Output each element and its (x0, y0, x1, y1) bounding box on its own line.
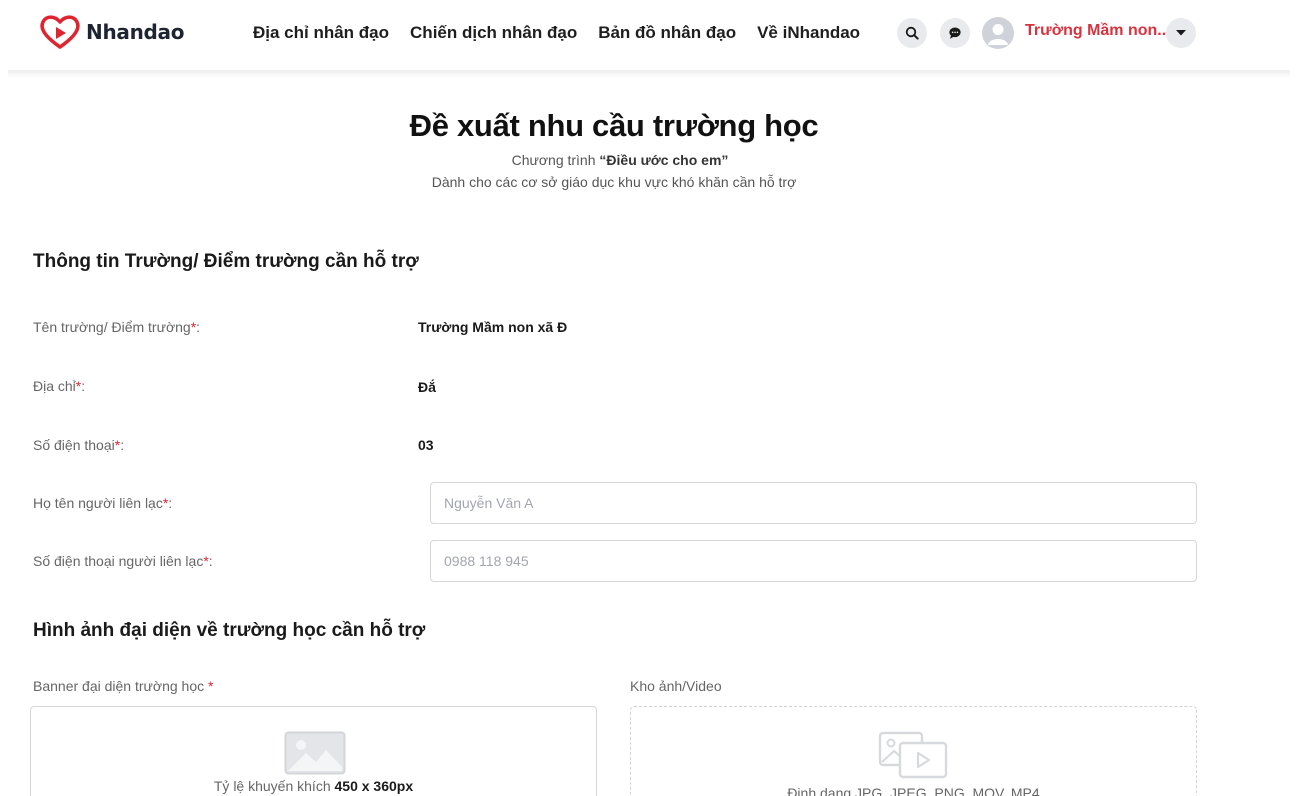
user-avatar-icon (988, 24, 1008, 45)
messages-button[interactable] (940, 18, 970, 48)
banner-hint-prefix: Tỷ lệ khuyến khích (213, 778, 335, 794)
section-title-school-images: Hình ảnh đại diện về trường học cần hỗ t… (33, 620, 426, 641)
required-mark: * (162, 495, 169, 511)
gallery-label: Kho ảnh/Video (630, 678, 722, 694)
nav-item-addresses[interactable]: Địa chỉ nhân đạo (253, 23, 389, 43)
main-nav: Địa chỉ nhân đạo Chiến dịch nhân đạo Bản… (253, 23, 860, 43)
phone-label: Số điện thoại*: (33, 437, 125, 453)
school-name-value: Trường Mầm non xã Đ (418, 319, 568, 335)
banner-label: Banner đại diện trường học * (33, 678, 213, 694)
required-mark: * (75, 378, 82, 394)
nav-item-about[interactable]: Về iNhandao (757, 23, 860, 43)
caret-down-icon (1176, 30, 1186, 36)
phone-label-text: Số điện thoại (33, 437, 115, 453)
image-placeholder-icon (284, 731, 346, 775)
photo-video-placeholder-icon (878, 731, 948, 779)
nav-item-campaigns[interactable]: Chiến dịch nhân đạo (410, 23, 577, 43)
school-name-label: Tên trường/ Điểm trường*: (33, 319, 201, 335)
address-label: Địa chỉ*: (33, 378, 86, 394)
required-mark: * (114, 437, 121, 453)
phone-value: 03 (418, 437, 434, 453)
contact-name-input[interactable] (430, 482, 1197, 524)
user-name[interactable]: Trường Mầm non... (1025, 22, 1171, 40)
header-shadow (8, 70, 1290, 78)
contact-name-label-text: Họ tên người liên lạc (33, 495, 163, 511)
address-label-text: Địa chỉ (33, 378, 76, 394)
program-name: “Điều ước cho em” (599, 152, 729, 168)
search-button[interactable] (897, 18, 927, 48)
banner-hint-size: 450 x 360px (334, 778, 414, 794)
contact-phone-label-text: Số điện thoại người liên lạc (33, 553, 204, 569)
site-header: Nhandao Địa chỉ nhân đạo Chiến dịch nhân… (0, 0, 1298, 70)
required-mark: * (190, 319, 197, 335)
required-mark: * (203, 553, 209, 569)
subtitle-prefix: Chương trình (511, 152, 600, 168)
heart-play-logo-icon (40, 15, 80, 49)
banner-upload-dropzone[interactable]: Tỷ lệ khuyến khích 450 x 360px (30, 706, 597, 796)
page-title: Đề xuất nhu cầu trường học (409, 108, 819, 143)
search-icon (905, 26, 919, 40)
chat-icon (949, 27, 961, 39)
contact-phone-label: Số điện thoại người liên lạc*: (33, 553, 213, 569)
brand-name: Nhandao (86, 20, 185, 44)
gallery-upload-dropzone[interactable]: Định dạng JPG, JPEG, PNG, MOV, MP4 (630, 706, 1197, 796)
gallery-upload-hint: Định dạng JPG, JPEG, PNG, MOV, MP4 (787, 785, 1040, 796)
page-subtitle: Chương trình “Điều ước cho em” (0, 152, 1240, 168)
page-description: Dành cho các cơ sở giáo dục khu vực khó … (431, 174, 797, 190)
banner-upload-hint: Tỷ lệ khuyến khích 450 x 360px (31, 778, 596, 794)
contact-phone-input[interactable] (430, 540, 1197, 582)
brand-logo[interactable]: Nhandao (38, 14, 184, 50)
school-name-label-text: Tên trường/ Điểm trường (33, 319, 191, 335)
account-menu-button[interactable] (1166, 18, 1196, 48)
address-value: Đắ (418, 379, 436, 395)
nav-item-map[interactable]: Bản đồ nhân đạo (598, 23, 736, 43)
section-title-school-info: Thông tin Trường/ Điểm trường cần hỗ trợ (33, 251, 419, 272)
required-mark: * (204, 678, 214, 694)
user-avatar[interactable] (982, 17, 1014, 49)
contact-name-label: Họ tên người liên lạc*: (33, 495, 173, 511)
banner-label-text: Banner đại diện trường học (33, 678, 205, 694)
